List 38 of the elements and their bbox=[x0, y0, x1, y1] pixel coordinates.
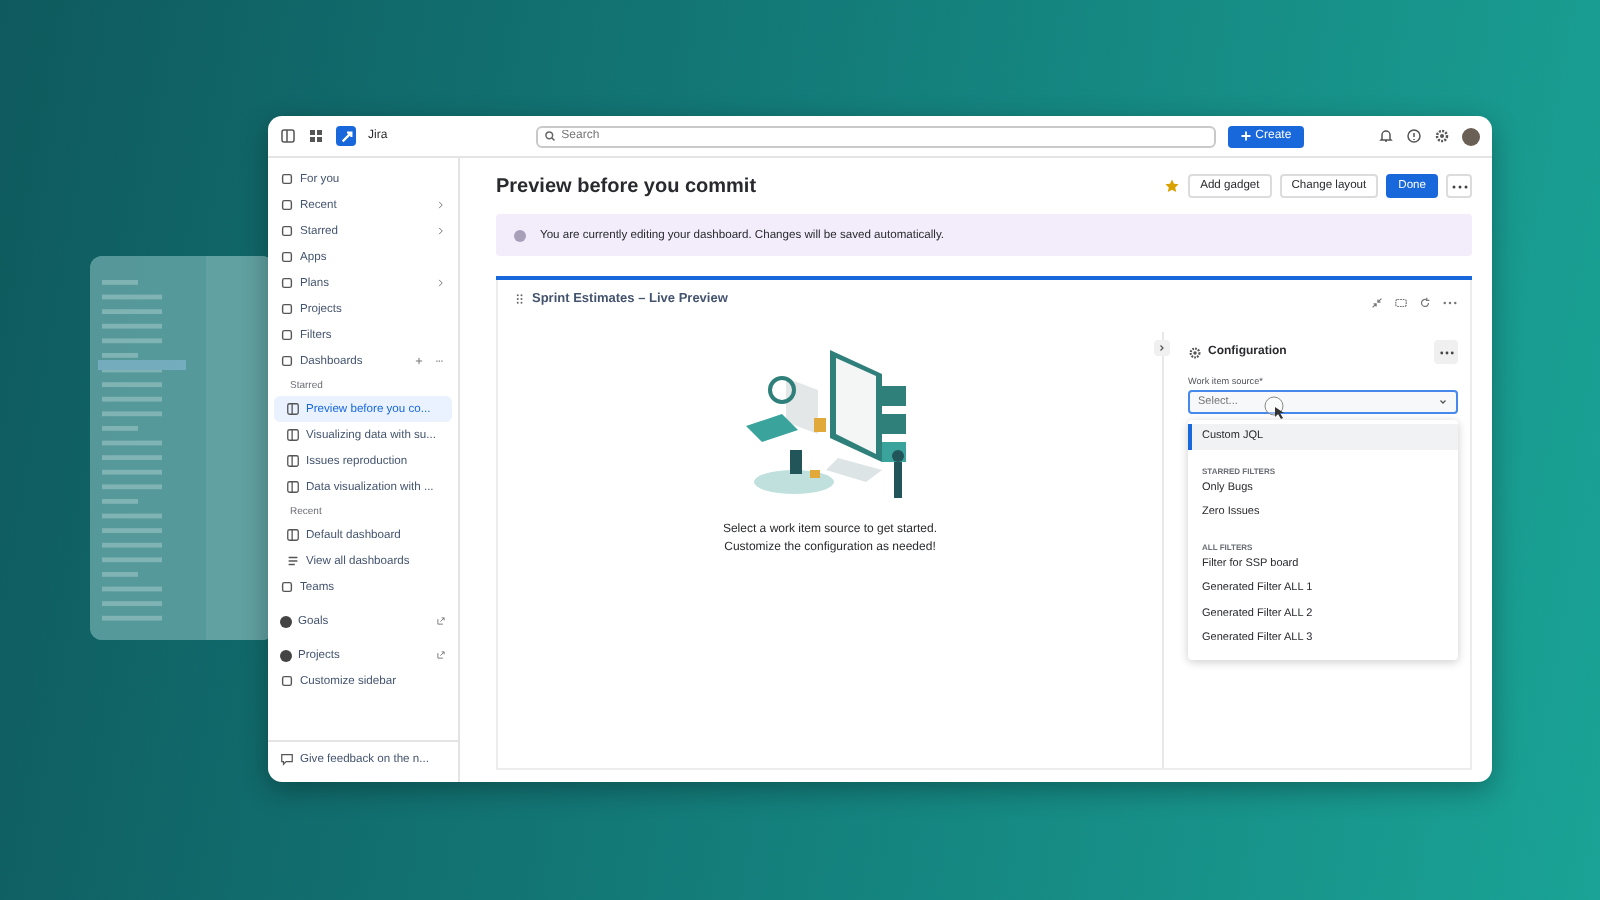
collapse-icon bbox=[1394, 295, 1408, 309]
dashboard-icon bbox=[286, 402, 300, 416]
feedback-icon bbox=[280, 752, 294, 766]
chevron-icon bbox=[1158, 344, 1166, 352]
dashboard-icon bbox=[286, 454, 300, 468]
more-button[interactable] bbox=[1434, 340, 1458, 364]
dashboard-icon bbox=[286, 428, 300, 442]
chevron-icon[interactable] bbox=[436, 200, 446, 210]
refresh-icon bbox=[1418, 295, 1432, 309]
more-icon bbox=[1451, 183, 1467, 189]
app-icon bbox=[280, 649, 292, 661]
add-icon[interactable] bbox=[414, 356, 424, 366]
more-icon bbox=[1439, 349, 1453, 355]
info-icon bbox=[512, 227, 528, 243]
avatar[interactable] bbox=[1462, 127, 1480, 145]
search-icon bbox=[543, 130, 556, 142]
app-icon bbox=[280, 615, 292, 627]
dashboard-icon bbox=[286, 528, 300, 542]
notifications-icon bbox=[1378, 128, 1394, 144]
settings-icon bbox=[1434, 128, 1450, 144]
list-icon bbox=[286, 554, 300, 568]
chevron-icon[interactable] bbox=[436, 278, 446, 288]
nav-icon bbox=[280, 580, 294, 594]
expand-panel-button[interactable] bbox=[1154, 340, 1170, 356]
more-icon bbox=[434, 356, 446, 366]
sidebar-toggle-icon bbox=[280, 128, 296, 144]
chevron-icon[interactable] bbox=[436, 226, 446, 236]
logo-icon[interactable] bbox=[336, 126, 356, 146]
settings-icon bbox=[1188, 345, 1202, 359]
dashboard-icon bbox=[286, 480, 300, 494]
page-title: Preview before you commit bbox=[496, 175, 757, 197]
plus-icon bbox=[1239, 130, 1252, 142]
chevron-icon bbox=[1438, 398, 1448, 406]
more-button[interactable] bbox=[1446, 174, 1472, 198]
star-icon bbox=[1164, 178, 1181, 194]
nav-icon bbox=[280, 674, 294, 688]
app-switcher-icon bbox=[308, 128, 324, 144]
minimize-icon bbox=[1370, 295, 1384, 309]
